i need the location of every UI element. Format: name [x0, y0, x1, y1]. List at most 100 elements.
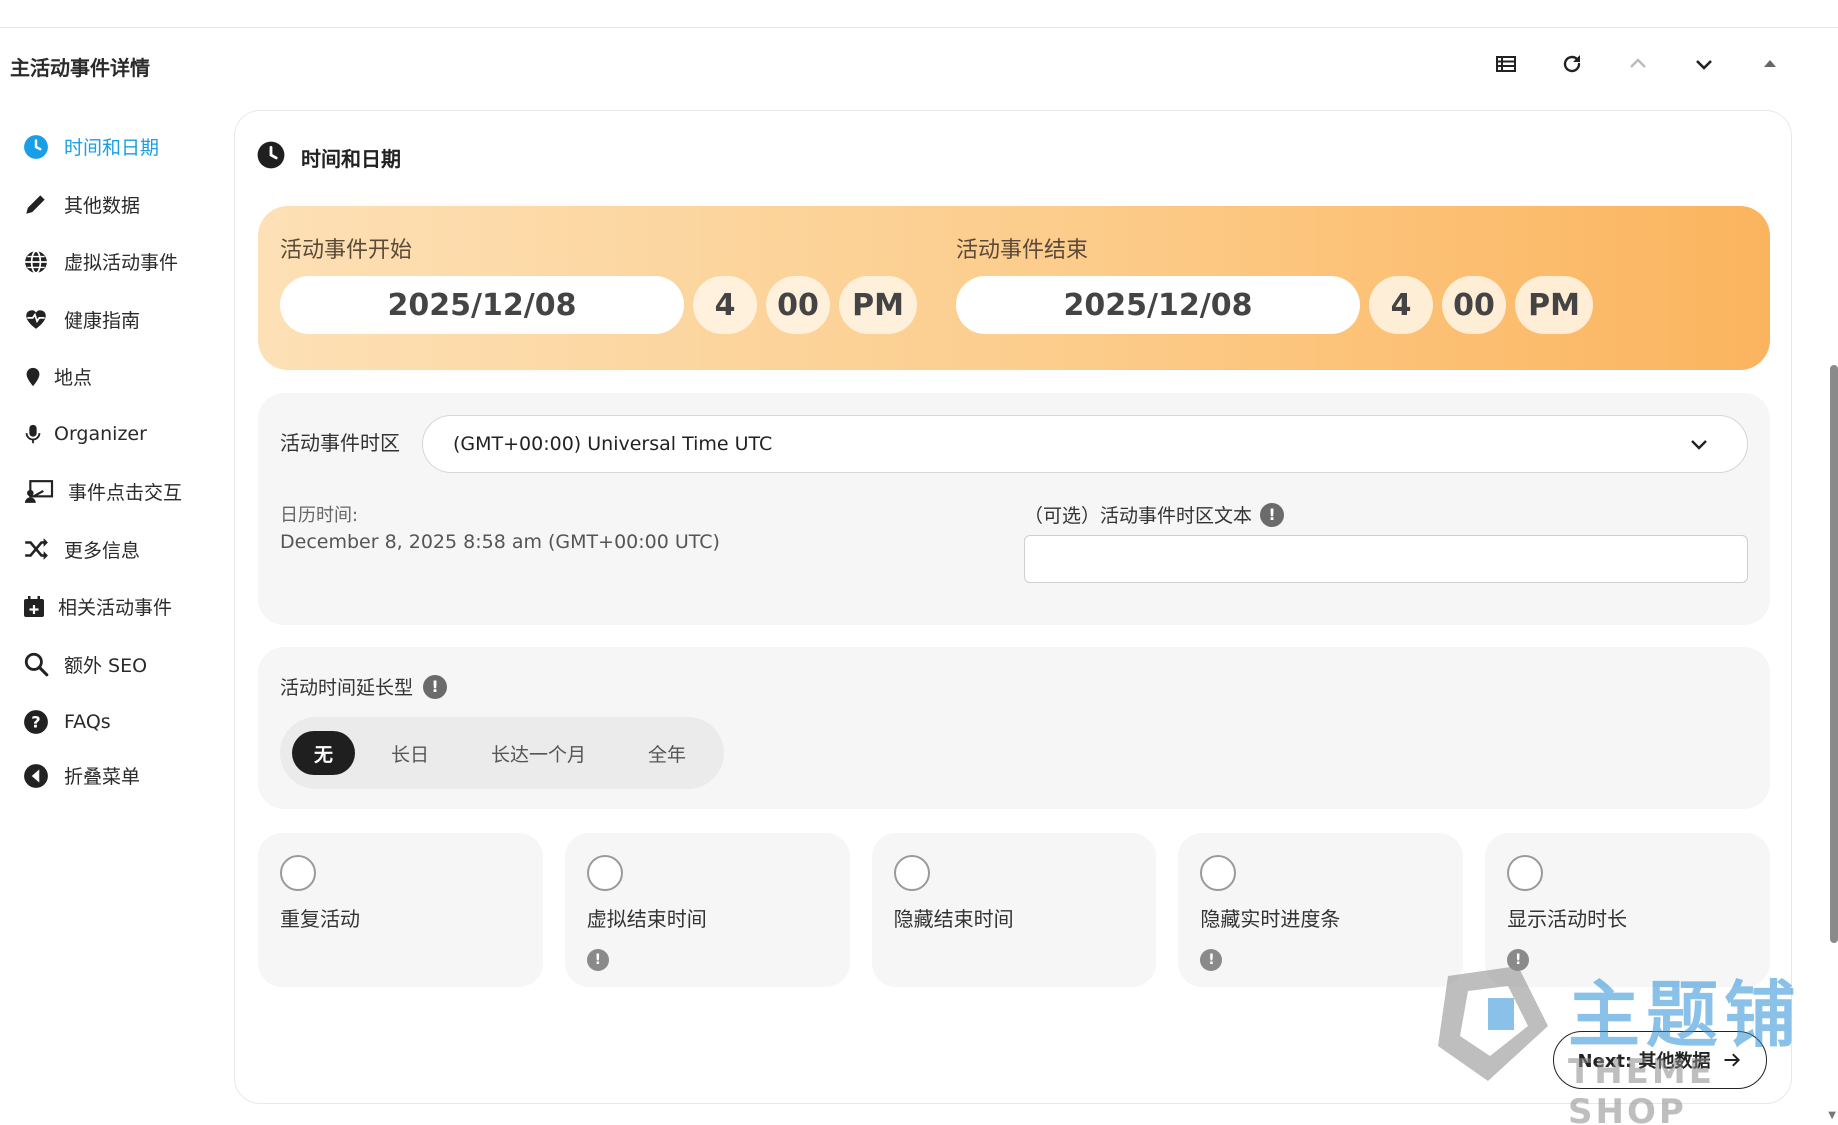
timezone-text-input[interactable]	[1024, 535, 1748, 583]
sidebar-item-label: 虚拟活动事件	[64, 252, 179, 275]
toggle-label: 虚拟结束时间	[586, 907, 707, 931]
toggle-hide-progress-bar[interactable]: 隐藏实时进度条 !	[1178, 833, 1464, 987]
refresh-button[interactable]	[1556, 48, 1588, 80]
sidebar-item-related-events[interactable]: 相关活动事件	[22, 578, 222, 636]
sidebar-item-more-info[interactable]: 更多信息	[22, 521, 222, 579]
timezone-text-label-text: （可选）活动事件时区文本	[1024, 505, 1253, 527]
sidebar-item-label: 地点	[54, 367, 93, 390]
sidebar-item-extra-seo[interactable]: 额外 SEO	[22, 636, 222, 694]
extension-label: 活动时间延长型 !	[280, 673, 448, 700]
sidebar-item-label: Organizer	[54, 423, 147, 446]
extension-section: 活动时间延长型 ! 无 长日 长达一个月 全年	[258, 647, 1770, 809]
panel-title: 主活动事件详情	[10, 56, 150, 80]
start-hour[interactable]: 4	[693, 276, 757, 334]
sidebar-item-collapse-menu[interactable]: 折叠菜单	[22, 751, 222, 801]
calendar-time-value: December 8, 2025 8:58 am (GMT+00:00 UTC)	[280, 531, 720, 553]
start-ampm[interactable]: PM	[839, 276, 917, 334]
sidebar-item-label: FAQs	[64, 710, 111, 733]
sidebar-item-label: 相关活动事件	[58, 597, 173, 620]
globe-icon	[22, 248, 50, 276]
sidebar-item-time-date[interactable]: 时间和日期	[22, 118, 222, 176]
refresh-icon	[1563, 55, 1581, 73]
timezone-section: 活动事件时区 (GMT+00:00) Universal Time UTC 日历…	[258, 393, 1770, 625]
shuffle-icon	[22, 535, 50, 563]
toggle-hide-end-time[interactable]: 隐藏结束时间	[871, 833, 1157, 987]
radio-circle[interactable]	[1200, 855, 1237, 891]
timezone-label: 活动事件时区	[280, 431, 400, 455]
radio-circle[interactable]	[586, 855, 623, 891]
event-end-group: 活动事件结束 2025/12/08 4 00 PM	[956, 232, 1593, 334]
end-hour[interactable]: 4	[1369, 276, 1433, 334]
presentation-icon	[22, 478, 56, 506]
collapse-left-icon	[22, 762, 50, 790]
heartbeat-icon	[22, 305, 50, 333]
timezone-select[interactable]: (GMT+00:00) Universal Time UTC	[422, 415, 1748, 473]
sidebar-item-label: 折叠菜单	[64, 766, 141, 788]
sidebar-item-organizer[interactable]: Organizer	[22, 406, 222, 464]
pencil-icon	[22, 190, 50, 218]
scrollbar[interactable]	[1830, 365, 1838, 943]
next-button[interactable]: Next: 其他数据	[1553, 1031, 1767, 1089]
scroll-down-icon[interactable]: ▼	[1828, 1110, 1836, 1121]
extension-option-none[interactable]: 无	[292, 731, 356, 775]
radio-circle[interactable]	[1507, 855, 1544, 891]
chevron-up-icon	[1630, 58, 1646, 68]
clock-icon	[22, 133, 50, 161]
radio-circle[interactable]	[280, 855, 316, 891]
clock-icon	[257, 141, 285, 173]
question-circle-icon: ?	[22, 708, 50, 736]
event-end-label: 活动事件结束	[956, 238, 1089, 263]
extension-option-long-day[interactable]: 长日	[365, 731, 455, 775]
section-header: 时间和日期	[257, 141, 401, 173]
event-start-label: 活动事件开始	[280, 238, 413, 263]
section-title: 时间和日期	[301, 146, 401, 171]
info-icon[interactable]: !	[1200, 949, 1223, 971]
top-divider	[0, 27, 1838, 28]
toggle-show-duration[interactable]: 显示活动时长 !	[1485, 833, 1770, 987]
table-view-button[interactable]	[1490, 48, 1522, 80]
table-icon	[1496, 56, 1516, 72]
end-minute[interactable]: 00	[1442, 276, 1506, 334]
move-up-button[interactable]	[1622, 48, 1654, 80]
sidebar-item-label: 健康指南	[64, 309, 141, 332]
extension-option-year[interactable]: 全年	[622, 731, 712, 775]
sidebar: 时间和日期 其他数据 虚拟活动事件 健康指南 地点 Organizer 事件点击…	[22, 118, 222, 801]
start-minute[interactable]: 00	[766, 276, 830, 334]
start-date-picker[interactable]: 2025/12/08	[280, 276, 684, 334]
extension-option-month[interactable]: 长达一个月	[465, 731, 612, 775]
sidebar-item-label: 事件点击交互	[68, 482, 183, 505]
end-date-picker[interactable]: 2025/12/08	[956, 276, 1360, 334]
sidebar-item-health-guide[interactable]: 健康指南	[22, 291, 222, 349]
move-down-button[interactable]	[1688, 48, 1720, 80]
info-icon[interactable]: !	[1260, 502, 1285, 527]
info-icon[interactable]: !	[1507, 949, 1530, 971]
info-icon[interactable]: !	[423, 674, 448, 699]
microphone-icon	[22, 420, 44, 448]
timezone-text-label: （可选）活动事件时区文本 !	[1024, 501, 1285, 528]
next-button-label: Next: 其他数据	[1577, 1051, 1711, 1072]
sidebar-item-faqs[interactable]: ? FAQs	[22, 693, 222, 751]
calendar-plus-icon	[22, 593, 46, 621]
option-toggles: 重复活动 虚拟结束时间 ! 隐藏结束时间 隐藏实时进度条 ! 显示活动时长 !	[258, 833, 1770, 987]
collapse-panel-button[interactable]	[1754, 48, 1786, 80]
sidebar-item-label: 额外 SEO	[64, 654, 148, 677]
radio-circle[interactable]	[893, 855, 930, 891]
toggle-virtual-end-time[interactable]: 虚拟结束时间 !	[564, 833, 850, 987]
sidebar-item-label: 其他数据	[64, 194, 141, 217]
map-pin-icon	[22, 363, 44, 391]
sidebar-item-label: 更多信息	[64, 539, 141, 562]
sidebar-item-location[interactable]: 地点	[22, 348, 222, 406]
info-icon[interactable]: !	[586, 949, 609, 971]
toggle-label: 显示活动时长	[1507, 907, 1628, 931]
panel-toolbar	[1490, 48, 1786, 80]
sidebar-item-label: 时间和日期	[64, 137, 160, 160]
extension-label-text: 活动时间延长型	[280, 677, 414, 699]
end-ampm[interactable]: PM	[1515, 276, 1593, 334]
svg-text:?: ?	[31, 712, 40, 731]
sidebar-item-virtual-event[interactable]: 虚拟活动事件	[22, 233, 222, 291]
time-date-card: 时间和日期 活动事件开始 2025/12/08 4 00 PM 活动事件结束 2…	[234, 110, 1792, 1104]
toggle-repeat-event[interactable]: 重复活动	[258, 833, 543, 987]
extension-segmented-control: 无 长日 长达一个月 全年	[280, 717, 725, 789]
sidebar-item-other-data[interactable]: 其他数据	[22, 176, 222, 234]
sidebar-item-click-interaction[interactable]: 事件点击交互	[22, 463, 222, 521]
